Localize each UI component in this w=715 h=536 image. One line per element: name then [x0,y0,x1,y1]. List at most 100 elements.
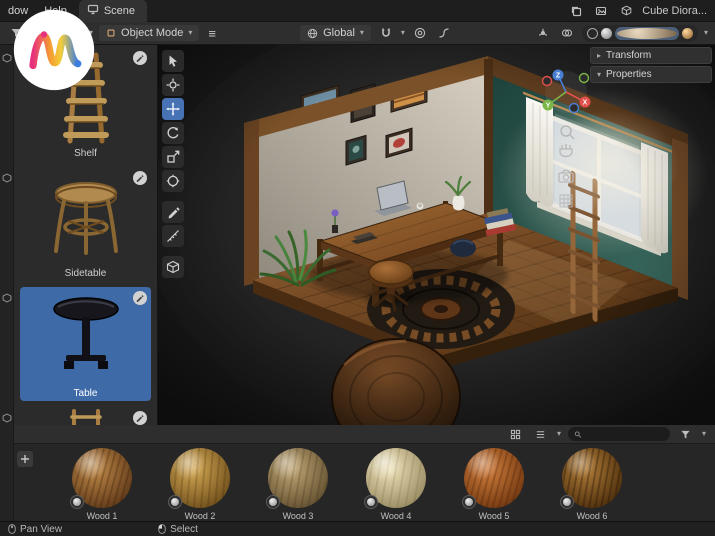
grid-view-icon[interactable] [507,425,525,443]
material-item[interactable]: Wood 1 [70,448,132,521]
asset-item-sidetable[interactable]: Sidetable [20,167,151,281]
display-caret-icon[interactable]: ▾ [557,430,561,438]
status-pan-view: Pan View [8,523,62,535]
status-pan-label: Pan View [20,523,63,535]
shading-material-active[interactable] [615,26,679,40]
filter-caret-icon[interactable]: ▾ [702,430,706,438]
gizmo-y-label: Y [546,103,551,110]
material-item[interactable]: Wood 6 [560,448,622,521]
transform-tool[interactable] [162,170,184,192]
image-icon[interactable] [592,2,610,20]
measure-tool[interactable] [162,225,184,247]
topbar-right: Cube Diora... [567,2,715,20]
asset-item-chair[interactable] [20,407,151,425]
scene-tab-label: Scene [103,4,136,17]
proportional-edit-icon[interactable] [411,24,429,42]
properties-panel-header[interactable]: ▾ Properties [590,66,712,83]
material-sphere[interactable] [266,448,328,509]
object-type-icon [2,53,12,63]
orientation-label: Global [323,27,355,39]
rotate-tool[interactable] [162,122,184,144]
material-list: Wood 1 Wood 2 Wood 3 Wood 4 Wood 5 Wood … [14,444,715,521]
transform-panel-header[interactable]: ▸ Transform [590,47,712,64]
overlays-icon[interactable] [558,24,576,42]
material-item[interactable]: Wood 3 [266,448,328,521]
topbar: dow Help Scene Cube Diora... [0,0,715,22]
material-item[interactable]: Wood 5 [462,448,524,521]
scale-tool[interactable] [162,146,184,168]
status-select: Select [158,523,198,535]
mouse-left-icon [158,524,166,534]
asset-label: Table [73,388,98,399]
snap-caret-icon[interactable]: ▾ [401,29,405,37]
shading-solid-icon[interactable] [601,27,612,39]
scene-cube-icon [617,2,635,20]
object-type-icon [2,413,12,423]
status-bar: Pan View Select [0,521,715,536]
material-label: Wood 2 [184,511,216,521]
snap-magnet-icon[interactable] [377,24,395,42]
material-type-icon [462,495,476,509]
edit-asset-icon[interactable] [133,171,147,185]
asset-item-table[interactable]: Table [20,287,151,401]
mode-caret-icon: ▾ [188,28,193,37]
add-material-button[interactable] [17,451,33,467]
table-thumbnail [53,297,119,369]
search-input[interactable] [585,428,664,440]
mode-dropdown[interactable]: Object Mode ▾ [99,25,200,41]
mouse-middle-icon [8,524,16,534]
move-tool[interactable] [162,98,184,120]
viewport-3d[interactable]: Z X Y ▸ Transform ▾ Properties [157,45,715,425]
material-item[interactable]: Wood 4 [364,448,426,521]
asset-search[interactable] [567,427,670,441]
material-sphere[interactable] [462,448,524,509]
filter-icon[interactable] [677,425,695,443]
list-view-icon[interactable] [532,425,550,443]
menus-hamburger-icon[interactable]: ≡ [205,26,219,41]
material-type-icon [364,495,378,509]
scene-name[interactable]: Cube Diora... [642,5,707,17]
shading-caret-icon[interactable]: ▾ [704,29,708,37]
add-cube-tool[interactable] [162,256,184,278]
chevron-down-icon: ▾ [597,69,602,79]
viewport-render[interactable]: Z X Y [158,45,715,425]
edit-asset-icon[interactable] [133,411,147,425]
object-type-icon [2,173,12,183]
sidetable-thumbnail [54,182,118,255]
shading-modes [582,24,698,42]
mode-label: Object Mode [121,27,184,39]
asset-label: Shelf [74,148,97,159]
asset-shelf-header: ▾ ▾ [14,425,715,444]
asset-type-strip [0,45,14,521]
material-sphere[interactable] [560,448,622,509]
object-type-icon [2,293,12,303]
copy-icon[interactable] [567,2,585,20]
material-sphere[interactable] [168,448,230,509]
material-label: Wood 5 [478,511,510,521]
search-icon [574,430,582,438]
watermark-logo [12,8,96,92]
shading-wireframe-icon[interactable] [587,27,598,39]
material-type-icon [70,495,84,509]
material-sphere[interactable] [70,448,132,509]
material-type-icon [560,495,574,509]
material-sphere[interactable] [364,448,426,509]
falloff-icon[interactable] [435,24,453,42]
orientation-caret-icon: ▾ [359,28,364,37]
status-select-label: Select [170,523,198,535]
show-gizmo-icon[interactable] [534,24,552,42]
orientation-dropdown[interactable]: Global ▾ [300,25,371,41]
cursor-tool[interactable] [162,74,184,96]
viewport-header: ▾ ▾ Object Mode ▾ ≡ Global ▾ ▾ [0,22,715,45]
material-label: Wood 4 [380,511,412,521]
edit-asset-icon[interactable] [133,291,147,305]
material-item[interactable]: Wood 2 [168,448,230,521]
material-label: Wood 6 [576,511,608,521]
shading-rendered-icon[interactable] [682,27,693,39]
asset-label: Sidetable [64,268,107,279]
annotate-tool[interactable] [162,201,184,223]
edit-asset-icon[interactable] [133,51,147,65]
tool-column [162,50,184,278]
select-box-tool[interactable] [162,50,184,72]
asset-sidebar: Shelf Sidetable Table [14,45,157,425]
